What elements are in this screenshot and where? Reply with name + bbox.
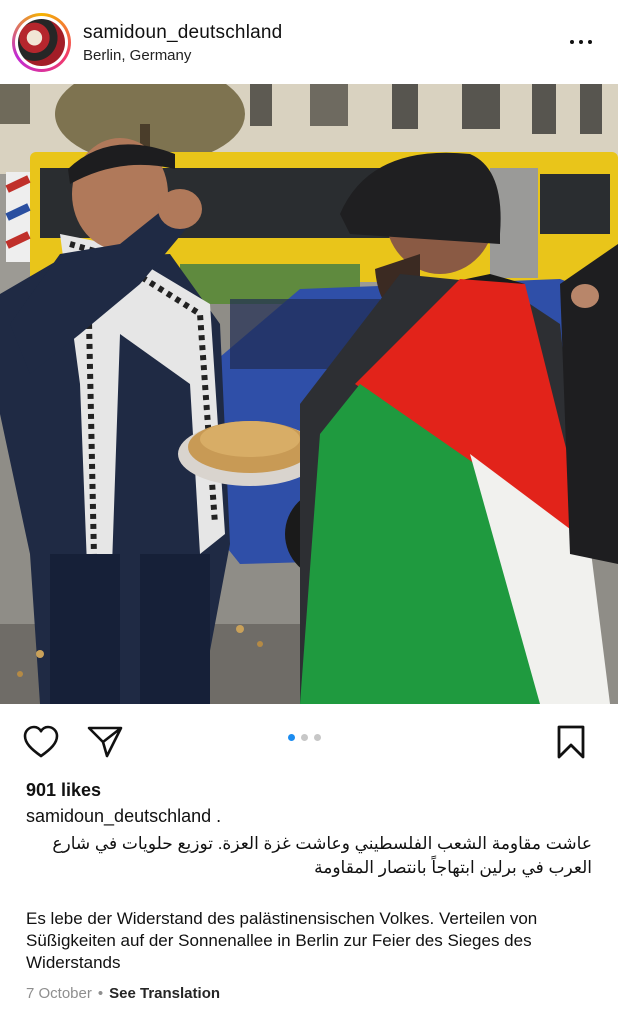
caption-german: Es lebe der Widerstand des palästinensis… — [26, 909, 538, 972]
post-location[interactable]: Berlin, Germany — [83, 47, 191, 64]
post-meta: 7 October • See Translation — [26, 985, 220, 1002]
more-options-icon[interactable] — [566, 30, 596, 54]
likes-count[interactable]: 901 likes — [26, 780, 101, 801]
post-date: 7 October — [26, 985, 92, 1002]
caption-arabic-line2: العرب في برلين ابتهاجاً بانتصار المقاومة — [314, 858, 592, 877]
caption-username[interactable]: samidoun_deutschland . — [26, 806, 221, 827]
carousel-dot — [314, 734, 321, 741]
more-dot — [588, 40, 592, 44]
caption-arabic: عاشت مقاومة الشعب الفلسطيني وعاشت غزة ال… — [26, 832, 592, 880]
caption-arabic-line1: عاشت مقاومة الشعب الفلسطيني وعاشت غزة ال… — [52, 834, 592, 853]
meta-separator: • — [97, 985, 104, 1002]
carousel-indicator — [288, 734, 321, 741]
avatar-image — [18, 19, 65, 66]
more-dot — [570, 40, 574, 44]
avatar-border — [15, 16, 68, 69]
heart-icon[interactable] — [21, 722, 61, 762]
send-icon[interactable] — [85, 722, 125, 762]
carousel-dot-active — [288, 734, 295, 741]
post-header: samidoun_deutschland Berlin, Germany — [0, 0, 618, 84]
avatar[interactable] — [12, 13, 71, 72]
carousel-dot — [301, 734, 308, 741]
bookmark-icon[interactable] — [551, 722, 591, 762]
post-photo[interactable] — [0, 84, 618, 704]
see-translation-link[interactable]: See Translation — [109, 985, 220, 1002]
post-username[interactable]: samidoun_deutschland — [83, 22, 282, 44]
more-dot — [579, 40, 583, 44]
photo-illustration — [0, 84, 618, 704]
